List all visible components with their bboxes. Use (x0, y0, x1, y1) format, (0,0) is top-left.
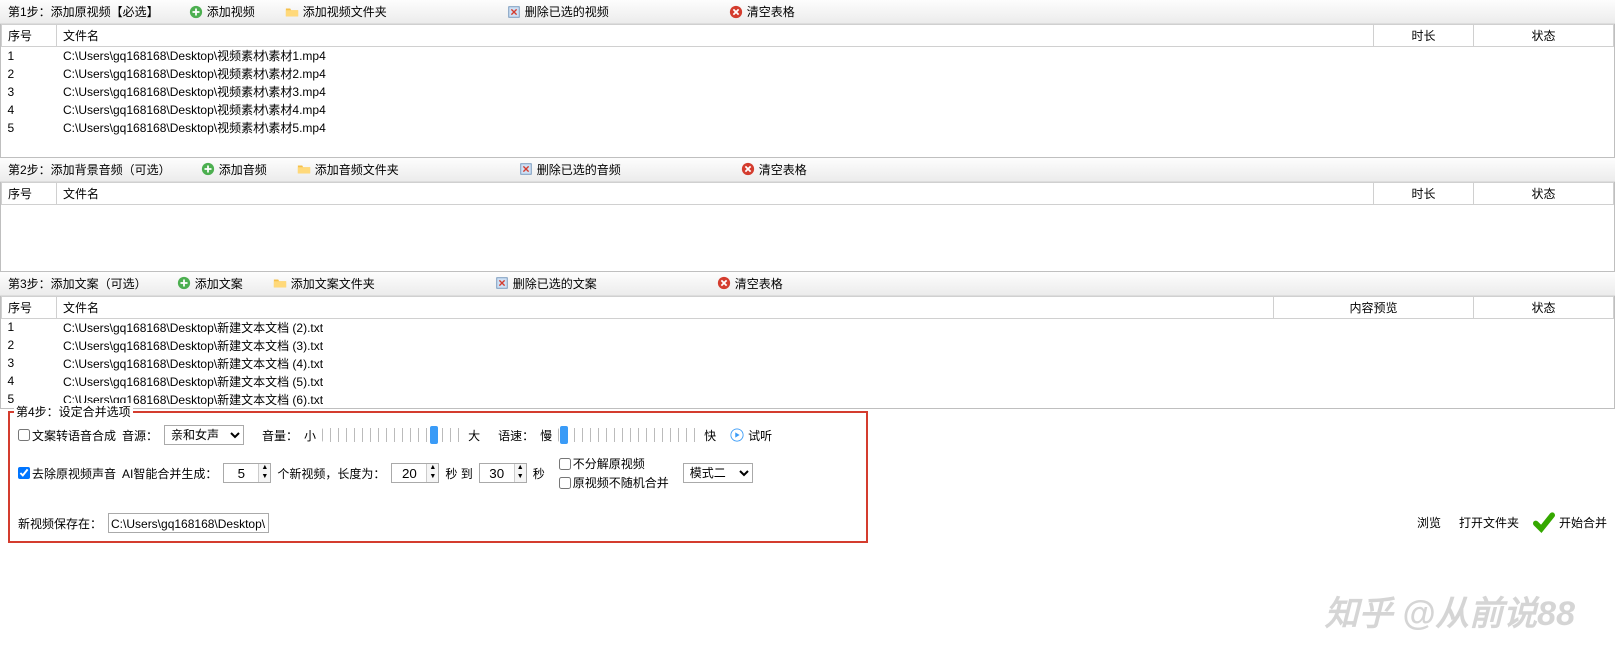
save-label: 新视频保存在： (18, 515, 102, 532)
tts-checkbox[interactable]: 文案转语音合成 (18, 427, 116, 444)
col-name[interactable]: 文件名 (57, 296, 1274, 318)
clear-icon (741, 162, 755, 176)
add-icon (189, 5, 203, 19)
browse-button[interactable]: 浏览 (1413, 514, 1445, 531)
step4-title: 第4步：设定合并选项 (14, 403, 133, 420)
step3-toolbar: 第3步：添加文案（可选） 添加文案 添加文案文件夹 删除已选的文案 清空表格 (0, 272, 1615, 296)
add-audio-folder-button[interactable]: 添加音频文件夹 (297, 161, 399, 178)
table-row[interactable]: 5C:\Users\gq168168\Desktop\视频素材\素材5.mp4 (2, 119, 1614, 137)
clear-icon (717, 276, 731, 290)
table-row[interactable]: 3C:\Users\gq168168\Desktop\视频素材\素材3.mp4 (2, 83, 1614, 101)
col-name[interactable]: 文件名 (57, 25, 1374, 47)
col-duration[interactable]: 时长 (1374, 25, 1474, 47)
mode-select[interactable]: 模式二 (683, 463, 753, 483)
text-table: 序号 文件名 内容预览 状态 1C:\Users\gq168168\Deskto… (0, 296, 1615, 410)
col-preview[interactable]: 内容预览 (1274, 296, 1474, 318)
col-status[interactable]: 状态 (1474, 25, 1614, 47)
add-video-button[interactable]: 添加视频 (189, 3, 255, 20)
mute-original-checkbox[interactable]: 去除原视频声音 (18, 465, 116, 482)
col-status[interactable]: 状态 (1474, 182, 1614, 204)
save-path-input[interactable] (108, 513, 269, 533)
watermark: 知乎 @从前说88 (1325, 586, 1575, 635)
add-icon (177, 276, 191, 290)
clear-video-button[interactable]: 清空表格 (729, 3, 795, 20)
voice-select[interactable]: 亲和女声 (164, 425, 244, 445)
open-folder-button[interactable]: 打开文件夹 (1455, 514, 1523, 531)
count-stepper[interactable]: ▲▼ (223, 463, 271, 483)
delete-text-button[interactable]: 删除已选的文案 (495, 275, 597, 292)
volume-slider[interactable] (322, 428, 462, 442)
col-no[interactable]: 序号 (2, 182, 57, 204)
col-name[interactable]: 文件名 (57, 182, 1374, 204)
delete-icon (507, 5, 521, 19)
volume-label: 音量： (262, 427, 298, 444)
table-row[interactable]: 5C:\Users\gq168168\Desktop\新建文本文档 (6).tx… (2, 390, 1614, 408)
add-video-folder-button[interactable]: 添加视频文件夹 (285, 3, 387, 20)
table-row[interactable]: 1C:\Users\gq168168\Desktop\视频素材\素材1.mp4 (2, 47, 1614, 65)
step2-toolbar: 第2步：添加背景音频（可选） 添加音频 添加音频文件夹 删除已选的音频 清空表格 (0, 158, 1615, 182)
table-row[interactable]: 3C:\Users\gq168168\Desktop\新建文本文档 (4).tx… (2, 354, 1614, 372)
ai-gen-label: AI智能合并生成： (122, 465, 217, 482)
length-to-stepper[interactable]: ▲▼ (479, 463, 527, 483)
add-icon (201, 162, 215, 176)
video-table: 序号 文件名 时长 状态 1C:\Users\gq168168\Desktop\… (0, 24, 1615, 158)
no-split-checkbox[interactable]: 不分解原视频 (559, 455, 669, 472)
table-row[interactable]: 4C:\Users\gq168168\Desktop\新建文本文档 (5).tx… (2, 372, 1614, 390)
no-random-checkbox[interactable]: 原视频不随机合并 (559, 474, 669, 491)
step1-label: 第1步：添加原视频【必选】 (8, 3, 159, 20)
step3-label: 第3步：添加文案（可选） (8, 275, 147, 292)
table-row[interactable]: 2C:\Users\gq168168\Desktop\视频素材\素材2.mp4 (2, 65, 1614, 83)
delete-icon (519, 162, 533, 176)
play-icon (730, 428, 744, 442)
length-from-stepper[interactable]: ▲▼ (391, 463, 439, 483)
table-row[interactable]: 1C:\Users\gq168168\Desktop\新建文本文档 (2).tx… (2, 318, 1614, 336)
step4-panel: 第4步：设定合并选项 文案转语音合成 音源： 亲和女声 音量： 小 大 语速： … (8, 411, 868, 543)
voice-label: 音源： (122, 427, 158, 444)
table-row[interactable]: 2C:\Users\gq168168\Desktop\新建文本文档 (3).tx… (2, 336, 1614, 354)
folder-icon (273, 276, 287, 290)
col-no[interactable]: 序号 (2, 296, 57, 318)
folder-icon (297, 162, 311, 176)
clear-text-button[interactable]: 清空表格 (717, 275, 783, 292)
add-text-button[interactable]: 添加文案 (177, 275, 243, 292)
table-row[interactable]: 4C:\Users\gq168168\Desktop\视频素材\素材4.mp4 (2, 101, 1614, 119)
start-merge-button[interactable]: 开始合并 (1533, 511, 1607, 533)
clear-audio-button[interactable]: 清空表格 (741, 161, 807, 178)
delete-audio-button[interactable]: 删除已选的音频 (519, 161, 621, 178)
add-audio-button[interactable]: 添加音频 (201, 161, 267, 178)
speed-slider[interactable] (558, 428, 698, 442)
clear-icon (729, 5, 743, 19)
add-text-folder-button[interactable]: 添加文案文件夹 (273, 275, 375, 292)
step2-label: 第2步：添加背景音频（可选） (8, 161, 171, 178)
folder-icon (285, 5, 299, 19)
col-duration[interactable]: 时长 (1374, 182, 1474, 204)
check-icon (1533, 511, 1555, 533)
col-no[interactable]: 序号 (2, 25, 57, 47)
delete-video-button[interactable]: 删除已选的视频 (507, 3, 609, 20)
audio-table: 序号 文件名 时长 状态 (0, 182, 1615, 272)
col-status[interactable]: 状态 (1474, 296, 1614, 318)
speed-label: 语速： (498, 427, 534, 444)
try-listen-button[interactable]: 试听 (730, 427, 772, 444)
delete-icon (495, 276, 509, 290)
step1-toolbar: 第1步：添加原视频【必选】 添加视频 添加视频文件夹 删除已选的视频 清空表格 (0, 0, 1615, 24)
